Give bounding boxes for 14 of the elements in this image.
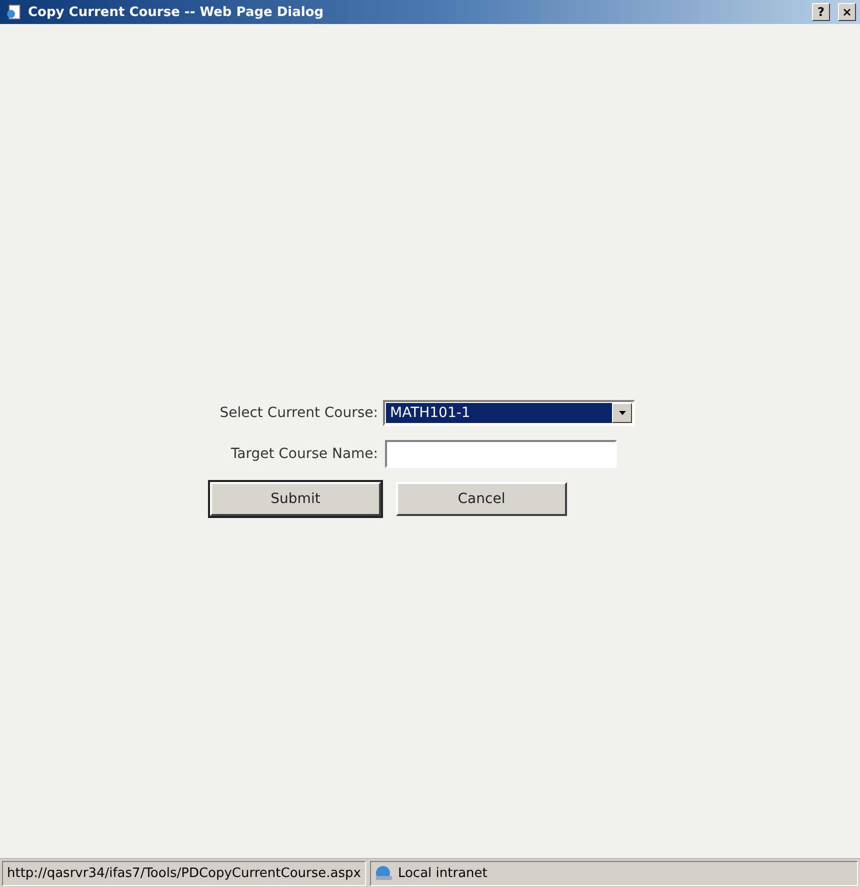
input-field[interactable] — [385, 440, 617, 468]
page-icon — [6, 4, 22, 20]
selected-value: MATH101-1 — [386, 403, 612, 423]
close-button[interactable]: × — [838, 3, 856, 21]
dialog-button[interactable]: Cancel — [396, 482, 567, 516]
window-title: Copy Current Course -- Web Page Dialog — [28, 4, 325, 20]
dialog-button[interactable]: Submit — [210, 482, 381, 516]
zone-label: Local intranet — [398, 866, 488, 880]
field-label: Target Course Name: — [230, 446, 379, 462]
course-dropdown[interactable]: MATH101-1 — [383, 400, 635, 426]
status-url: http://qasrvr34/ifas7/Tools/PDCopyCurrentCourse.aspx — [2, 860, 366, 886]
help-button[interactable]: ? — [812, 3, 830, 21]
field-label: Select Current Course: — [218, 405, 379, 421]
globe-icon — [374, 865, 393, 881]
